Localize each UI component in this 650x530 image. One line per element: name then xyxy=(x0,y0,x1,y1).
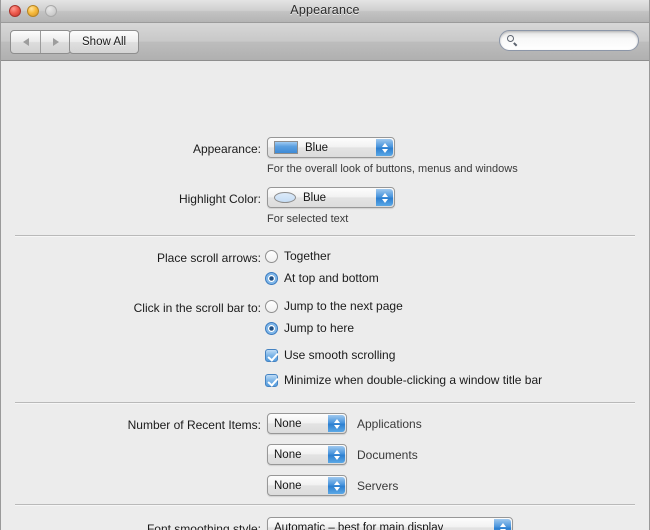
forward-button[interactable] xyxy=(40,31,70,53)
appearance-hint: For the overall look of buttons, menus a… xyxy=(267,163,518,175)
radio-selected-icon xyxy=(265,321,278,335)
place-scroll-arrows-label: Place scroll arrows: xyxy=(156,251,261,265)
highlight-color-label: Highlight Color: xyxy=(178,192,261,206)
search-icon xyxy=(507,35,518,46)
section-divider-1 xyxy=(15,235,635,236)
highlight-popup-arrows-icon xyxy=(376,189,393,206)
radio-scroll-arrows-top-bottom[interactable]: At top and bottom xyxy=(265,271,379,285)
recent-documents-value: None xyxy=(274,448,302,461)
appearance-label: Appearance: xyxy=(192,142,261,156)
recent-servers-value: None xyxy=(274,479,302,492)
appearance-color-swatch xyxy=(274,141,298,154)
recent-items-label: Number of Recent Items: xyxy=(127,418,261,432)
popup-arrows-icon xyxy=(328,446,345,463)
radio-label: Together xyxy=(284,249,331,263)
radio-jump-to-here[interactable]: Jump to here xyxy=(265,321,354,335)
popup-arrows-icon xyxy=(328,477,345,494)
section-divider-2 xyxy=(15,402,635,403)
popup-arrows-icon xyxy=(494,519,511,530)
radio-icon xyxy=(265,299,278,313)
checkbox-label: Minimize when double-clicking a window t… xyxy=(284,373,543,387)
window-title: Appearance xyxy=(290,3,360,17)
search-input[interactable] xyxy=(518,34,638,47)
show-all-button[interactable]: Show All xyxy=(69,30,140,54)
radio-jump-next-page[interactable]: Jump to the next page xyxy=(265,299,403,313)
font-smoothing-popup-button[interactable]: Automatic – best for main display xyxy=(267,517,513,530)
recent-applications-caption: Applications xyxy=(357,417,422,431)
radio-icon xyxy=(265,249,278,263)
recent-applications-value: None xyxy=(274,417,302,430)
highlight-color-popup-button[interactable]: Blue xyxy=(267,187,395,208)
show-all-label: Show All xyxy=(82,36,127,48)
back-button[interactable] xyxy=(11,31,40,53)
highlight-color-value: Blue xyxy=(303,191,327,204)
appearance-popup-button[interactable]: Blue xyxy=(267,137,395,158)
recent-servers-popup-button[interactable]: None xyxy=(267,475,347,496)
checkbox-checked-icon xyxy=(265,348,278,362)
radio-scroll-arrows-together[interactable]: Together xyxy=(265,249,331,263)
forward-arrow-icon xyxy=(52,38,59,46)
radio-label: At top and bottom xyxy=(284,271,379,285)
scroll-bar-click-label: Click in the scroll bar to: xyxy=(133,301,261,315)
font-smoothing-value: Automatic – best for main display xyxy=(274,521,444,530)
checkbox-label: Use smooth scrolling xyxy=(284,348,396,362)
radio-label: Jump to the next page xyxy=(284,299,403,313)
checkbox-minimize-on-double-click[interactable]: Minimize when double-clicking a window t… xyxy=(265,373,542,387)
recent-applications-popup-button[interactable]: None xyxy=(267,413,347,434)
preferences-content: Appearance: Blue For the overall look of… xyxy=(1,61,649,530)
font-smoothing-label: Font smoothing style: xyxy=(146,522,261,530)
recent-documents-popup-button[interactable]: None xyxy=(267,444,347,465)
window-toolbar: Show All xyxy=(1,23,649,61)
search-field[interactable] xyxy=(499,30,639,51)
checkbox-checked-icon xyxy=(265,373,278,387)
appearance-popup-arrows-icon xyxy=(376,139,393,156)
highlight-color-swatch xyxy=(274,192,296,203)
appearance-preferences-window: Appearance Show All Appearance: Blue For… xyxy=(0,0,650,530)
back-arrow-icon xyxy=(22,38,29,46)
popup-arrows-icon xyxy=(328,415,345,432)
radio-selected-icon xyxy=(265,271,278,285)
appearance-value: Blue xyxy=(305,141,329,154)
recent-documents-caption: Documents xyxy=(357,448,418,462)
navigation-segmented-control xyxy=(10,30,71,54)
recent-servers-caption: Servers xyxy=(357,479,399,493)
checkbox-use-smooth-scrolling[interactable]: Use smooth scrolling xyxy=(265,348,395,362)
highlight-color-hint: For selected text xyxy=(267,213,349,225)
section-divider-3 xyxy=(15,504,635,505)
window-titlebar: Appearance xyxy=(1,0,649,23)
radio-label: Jump to here xyxy=(284,321,355,335)
